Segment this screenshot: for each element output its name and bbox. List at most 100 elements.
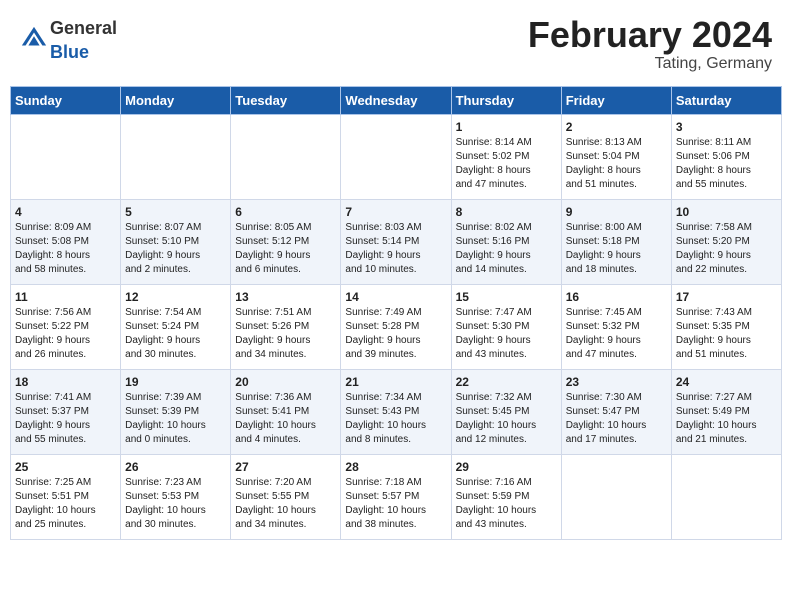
calendar-cell: 8 Sunrise: 8:02 AM Sunset: 5:16 PM Daylig… (451, 199, 561, 284)
day-number: 27 (235, 460, 336, 474)
day-info: Sunrise: 7:30 AM Sunset: 5:47 PM Dayligh… (566, 391, 667, 447)
calendar-cell: 7Sunrise: 8:03 AM Sunset: 5:14 PM Daylig… (341, 199, 451, 284)
title-block: February 2024 Tating, Germany (528, 15, 772, 73)
day-of-week-header: Wednesday (341, 86, 451, 114)
calendar-cell (11, 114, 121, 199)
day-info: Sunrise: 7:51 AM Sunset: 5:26 PM Dayligh… (235, 306, 336, 362)
day-info: Sunrise: 7:20 AM Sunset: 5:55 PM Dayligh… (235, 476, 336, 532)
day-info: Sunrise: 7:45 AM Sunset: 5:32 PM Dayligh… (566, 306, 667, 362)
day-info: Sunrise: 8:09 AM Sunset: 5:08 PM Dayligh… (15, 221, 116, 277)
day-info: Sunrise: 7:58 AM Sunset: 5:20 PM Dayligh… (676, 221, 777, 277)
day-number: 8 (456, 205, 557, 219)
calendar-cell: 27 Sunrise: 7:20 AM Sunset: 5:55 PM Dayli… (231, 454, 341, 539)
day-info: Sunrise: 8:11 AM Sunset: 5:06 PM Dayligh… (676, 136, 777, 192)
calendar-table: SundayMondayTuesdayWednesdayThursdayFrid… (10, 86, 782, 540)
calendar-cell: 12 Sunrise: 7:54 AM Sunset: 5:24 PM Dayli… (121, 284, 231, 369)
calendar-cell: 10 Sunrise: 7:58 AM Sunset: 5:20 PM Dayli… (671, 199, 781, 284)
calendar-week-row: 18 Sunrise: 7:41 AM Sunset: 5:37 PM Dayli… (11, 369, 782, 454)
calendar-cell: 26 Sunrise: 7:23 AM Sunset: 5:53 PM Dayli… (121, 454, 231, 539)
calendar-cell: 1Sunrise: 8:14 AM Sunset: 5:02 PM Daylig… (451, 114, 561, 199)
calendar-subtitle: Tating, Germany (528, 55, 772, 73)
calendar-cell: 16 Sunrise: 7:45 AM Sunset: 5:32 PM Dayli… (561, 284, 671, 369)
day-number: 5 (125, 205, 226, 219)
calendar-cell (341, 114, 451, 199)
day-number: 15 (456, 290, 557, 304)
day-number: 1 (456, 120, 557, 134)
calendar-cell: 23Sunrise: 7:30 AM Sunset: 5:47 PM Dayli… (561, 369, 671, 454)
day-number: 3 (676, 120, 777, 134)
day-number: 17 (676, 290, 777, 304)
calendar-week-row: 25 Sunrise: 7:25 AM Sunset: 5:51 PM Dayli… (11, 454, 782, 539)
day-number: 26 (125, 460, 226, 474)
day-info: Sunrise: 7:27 AM Sunset: 5:49 PM Dayligh… (676, 391, 777, 447)
day-number: 24 (676, 375, 777, 389)
day-info: Sunrise: 7:32 AM Sunset: 5:45 PM Dayligh… (456, 391, 557, 447)
day-number: 16 (566, 290, 667, 304)
day-info: Sunrise: 8:07 AM Sunset: 5:10 PM Dayligh… (125, 221, 226, 277)
calendar-cell: 13 Sunrise: 7:51 AM Sunset: 5:26 PM Dayli… (231, 284, 341, 369)
day-info: Sunrise: 7:49 AM Sunset: 5:28 PM Dayligh… (345, 306, 446, 362)
calendar-cell: 17 Sunrise: 7:43 AM Sunset: 5:35 PM Dayli… (671, 284, 781, 369)
calendar-cell: 22 Sunrise: 7:32 AM Sunset: 5:45 PM Dayli… (451, 369, 561, 454)
calendar-cell (561, 454, 671, 539)
logo-blue-text: Blue (50, 42, 89, 62)
calendar-cell: 15 Sunrise: 7:47 AM Sunset: 5:30 PM Dayli… (451, 284, 561, 369)
day-number: 12 (125, 290, 226, 304)
calendar-cell (121, 114, 231, 199)
day-info: Sunrise: 7:54 AM Sunset: 5:24 PM Dayligh… (125, 306, 226, 362)
day-info: Sunrise: 8:05 AM Sunset: 5:12 PM Dayligh… (235, 221, 336, 277)
day-number: 19 (125, 375, 226, 389)
day-number: 18 (15, 375, 116, 389)
day-of-week-header: Sunday (11, 86, 121, 114)
day-info: Sunrise: 7:43 AM Sunset: 5:35 PM Dayligh… (676, 306, 777, 362)
day-info: Sunrise: 7:39 AM Sunset: 5:39 PM Dayligh… (125, 391, 226, 447)
calendar-cell: 2Sunrise: 8:13 AM Sunset: 5:04 PM Daylig… (561, 114, 671, 199)
calendar-cell: 11 Sunrise: 7:56 AM Sunset: 5:22 PM Dayli… (11, 284, 121, 369)
logo-general-text: General (50, 18, 117, 38)
calendar-cell: 6 Sunrise: 8:05 AM Sunset: 5:12 PM Daylig… (231, 199, 341, 284)
calendar-week-row: 11 Sunrise: 7:56 AM Sunset: 5:22 PM Dayli… (11, 284, 782, 369)
day-info: Sunrise: 7:25 AM Sunset: 5:51 PM Dayligh… (15, 476, 116, 532)
calendar-header-row: SundayMondayTuesdayWednesdayThursdayFrid… (11, 86, 782, 114)
calendar-cell: 25 Sunrise: 7:25 AM Sunset: 5:51 PM Dayli… (11, 454, 121, 539)
day-number: 7 (345, 205, 446, 219)
day-number: 13 (235, 290, 336, 304)
day-number: 28 (345, 460, 446, 474)
day-info: Sunrise: 7:56 AM Sunset: 5:22 PM Dayligh… (15, 306, 116, 362)
calendar-cell (231, 114, 341, 199)
calendar-cell: 9 Sunrise: 8:00 AM Sunset: 5:18 PM Daylig… (561, 199, 671, 284)
calendar-cell: 21 Sunrise: 7:34 AM Sunset: 5:43 PM Dayli… (341, 369, 451, 454)
calendar-cell: 29Sunrise: 7:16 AM Sunset: 5:59 PM Dayli… (451, 454, 561, 539)
day-number: 22 (456, 375, 557, 389)
calendar-cell: 24 Sunrise: 7:27 AM Sunset: 5:49 PM Dayli… (671, 369, 781, 454)
day-info: Sunrise: 7:41 AM Sunset: 5:37 PM Dayligh… (15, 391, 116, 447)
calendar-cell: 18 Sunrise: 7:41 AM Sunset: 5:37 PM Dayli… (11, 369, 121, 454)
day-number: 14 (345, 290, 446, 304)
day-info: Sunrise: 7:18 AM Sunset: 5:57 PM Dayligh… (345, 476, 446, 532)
calendar-cell: 14 Sunrise: 7:49 AM Sunset: 5:28 PM Dayli… (341, 284, 451, 369)
calendar-cell: 20Sunrise: 7:36 AM Sunset: 5:41 PM Dayli… (231, 369, 341, 454)
day-info: Sunrise: 8:02 AM Sunset: 5:16 PM Dayligh… (456, 221, 557, 277)
day-info: Sunrise: 7:23 AM Sunset: 5:53 PM Dayligh… (125, 476, 226, 532)
day-info: Sunrise: 7:34 AM Sunset: 5:43 PM Dayligh… (345, 391, 446, 447)
calendar-week-row: 4Sunrise: 8:09 AM Sunset: 5:08 PM Daylig… (11, 199, 782, 284)
calendar-title: February 2024 (528, 15, 772, 55)
calendar-cell: 3 Sunrise: 8:11 AM Sunset: 5:06 PM Daylig… (671, 114, 781, 199)
day-number: 25 (15, 460, 116, 474)
day-number: 21 (345, 375, 446, 389)
day-of-week-header: Saturday (671, 86, 781, 114)
day-number: 6 (235, 205, 336, 219)
day-info: Sunrise: 7:47 AM Sunset: 5:30 PM Dayligh… (456, 306, 557, 362)
day-number: 20 (235, 375, 336, 389)
logo-icon (20, 25, 48, 53)
day-info: Sunrise: 7:16 AM Sunset: 5:59 PM Dayligh… (456, 476, 557, 532)
day-of-week-header: Thursday (451, 86, 561, 114)
day-info: Sunrise: 8:00 AM Sunset: 5:18 PM Dayligh… (566, 221, 667, 277)
day-number: 9 (566, 205, 667, 219)
page-header: General Blue February 2024 Tating, Germa… (10, 10, 782, 78)
day-number: 10 (676, 205, 777, 219)
calendar-cell: 4Sunrise: 8:09 AM Sunset: 5:08 PM Daylig… (11, 199, 121, 284)
calendar-cell: 19 Sunrise: 7:39 AM Sunset: 5:39 PM Dayli… (121, 369, 231, 454)
day-number: 11 (15, 290, 116, 304)
day-info: Sunrise: 8:13 AM Sunset: 5:04 PM Dayligh… (566, 136, 667, 192)
